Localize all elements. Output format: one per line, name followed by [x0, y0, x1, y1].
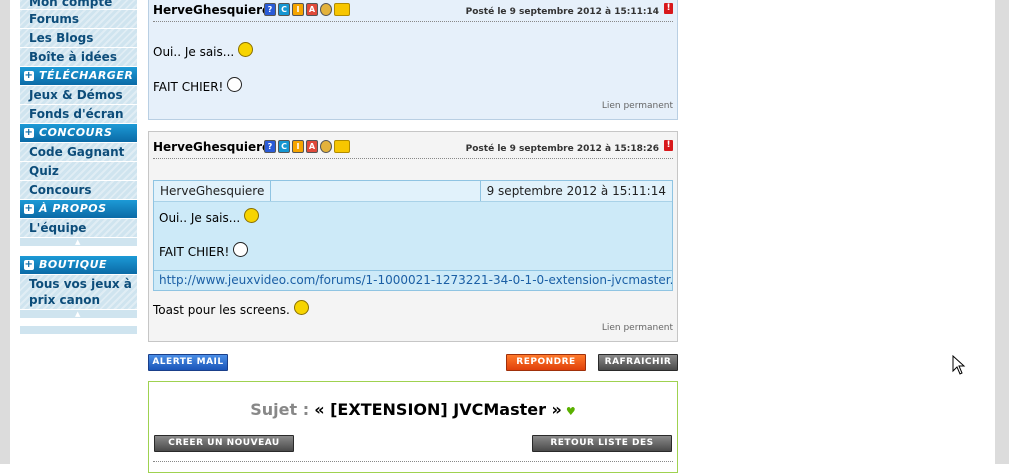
quote-link[interactable]: http://www.jeuxvideo.com/forums/1-100002… [154, 270, 672, 290]
sidebar-section-footer: ▲ [20, 310, 137, 318]
collapse-arrow-icon[interactable]: ▲ [75, 239, 80, 246]
cdv-icon[interactable]: C [278, 3, 290, 16]
mail-icon[interactable] [334, 3, 350, 16]
left-gutter [0, 0, 10, 464]
new-topic-button[interactable]: Creer un nouveau sujet [154, 435, 294, 463]
post-date: Posté le 9 septembre 2012 à 15:18:26 [465, 144, 659, 154]
sidebar: Mon compte Forums Les Blogs Boîte à idée… [20, 0, 137, 335]
sidebar-header-telecharger[interactable]: + Télécharger [20, 67, 137, 85]
mouse-cursor-icon [952, 355, 966, 375]
expand-icon: + [24, 70, 34, 81]
quote-text: FAIT CHIER! [159, 245, 230, 259]
smiley-icon [293, 300, 309, 315]
medal-icon[interactable] [320, 140, 332, 153]
post-author[interactable]: HerveGhesquiere [153, 140, 270, 154]
post-text: Toast pour les screens. [153, 303, 290, 317]
sidebar-header-label: Télécharger [39, 69, 134, 82]
subject-name: « [EXTENSION] JVCMaster » [314, 400, 562, 419]
expand-icon: + [24, 127, 34, 138]
post-line: Oui.. Je sais... [153, 42, 254, 59]
sidebar-item-boutique-jeux[interactable]: Tous vos jeux à prix canon [20, 275, 137, 309]
sidebar-item-jeux-demos[interactable]: Jeux & Démos [20, 86, 137, 104]
sidebar-item-code-gagnant[interactable]: Code Gagnant [20, 143, 137, 161]
expand-icon: + [24, 259, 34, 270]
sidebar-item-fonds-ecran[interactable]: Fonds d'écran [20, 105, 137, 123]
subject-label: Sujet : [250, 400, 310, 419]
sidebar-item-forums[interactable]: Forums [20, 10, 137, 28]
info-icon[interactable]: I [292, 140, 304, 153]
help-icon[interactable]: ? [264, 3, 276, 16]
sidebar-header-label: Boutique [39, 258, 108, 271]
sidebar-header-label: À propos [39, 202, 107, 215]
post-text: Oui.. Je sais... [153, 45, 235, 59]
sidebar-section-footer: ▲ [20, 238, 137, 246]
subject-box: Sujet : « [EXTENSION] JVCMaster » ♥ Creer… [148, 381, 678, 473]
report-icon[interactable]: ! [664, 140, 673, 151]
sidebar-header-boutique[interactable]: + Boutique [20, 256, 137, 274]
forum-post: HerveGhesquiere ? C I A Posté le 9 septembr… [148, 131, 678, 342]
separator [153, 461, 673, 462]
sidebar-item-concours[interactable]: Concours [20, 181, 137, 199]
quote-header: HerveGhesquiere 9 septembre 2012 à 15:11… [154, 181, 672, 202]
sidebar-item-mon-compte[interactable]: Mon compte [20, 0, 137, 9]
refresh-button[interactable]: Rafraichir [598, 354, 678, 371]
admin-icon[interactable]: A [306, 3, 318, 16]
sidebar-item-blogs[interactable]: Les Blogs [20, 29, 137, 47]
smiley-icon [244, 208, 260, 223]
medal-icon[interactable] [320, 3, 332, 16]
quote-text: Oui.. Je sais... [159, 211, 241, 225]
user-badges: ? C I A [264, 140, 352, 153]
smiley-icon [238, 42, 254, 57]
reply-button[interactable]: Repondre [506, 354, 586, 371]
sidebar-header-concours[interactable]: + Concours [20, 124, 137, 142]
admin-icon[interactable]: A [306, 140, 318, 153]
sidebar-item-boite-idees[interactable]: Boîte à idées [20, 48, 137, 66]
sidebar-item-quiz[interactable]: Quiz [20, 162, 137, 180]
permalink[interactable]: Lien permanent [602, 323, 673, 333]
permalink[interactable]: Lien permanent [602, 101, 673, 111]
post-date: Posté le 9 septembre 2012 à 15:11:14 [465, 7, 659, 17]
post-text: FAIT CHIER! [153, 80, 224, 94]
user-badges: ? C I A [264, 3, 352, 16]
quote-line: FAIT CHIER! [159, 242, 249, 259]
post-line: FAIT CHIER! [153, 77, 243, 94]
favorite-heart-icon[interactable]: ♥ [566, 405, 576, 418]
sidebar-bottom-bar [20, 326, 137, 334]
collapse-arrow-icon[interactable]: ▲ [75, 311, 80, 318]
back-to-list-button[interactable]: Retour liste des sujets [532, 435, 672, 463]
quote-author: HerveGhesquiere [154, 181, 272, 201]
quote-block: HerveGhesquiere 9 septembre 2012 à 15:11… [153, 180, 673, 291]
post-author[interactable]: HerveGhesquiere [153, 3, 270, 17]
report-icon[interactable]: ! [664, 3, 673, 14]
sidebar-header-apropos[interactable]: + À propos [20, 200, 137, 218]
angry-smiley-icon [227, 77, 243, 92]
help-icon[interactable]: ? [264, 140, 276, 153]
sidebar-item-equipe[interactable]: L'équipe [20, 219, 137, 237]
cdv-icon[interactable]: C [278, 140, 290, 153]
sidebar-header-label: Concours [39, 126, 113, 139]
post-line: Toast pour les screens. [153, 300, 309, 317]
right-gutter [995, 0, 1009, 464]
post-header: HerveGhesquiere ? C I A Posté le 9 septembr… [153, 132, 673, 159]
post-header: HerveGhesquiere ? C I A Posté le 9 septembr… [153, 0, 673, 22]
subject-title: Sujet : « [EXTENSION] JVCMaster » ♥ [149, 400, 677, 419]
quote-line: Oui.. Je sais... [159, 208, 260, 225]
expand-icon: + [24, 203, 34, 214]
angry-smiley-icon [233, 242, 249, 257]
quote-date: 9 septembre 2012 à 15:11:14 [479, 181, 672, 201]
alert-mail-button[interactable]: Alerte mail [148, 354, 228, 371]
info-icon[interactable]: I [292, 3, 304, 16]
mail-icon[interactable] [334, 140, 350, 153]
forum-post: HerveGhesquiere ? C I A Posté le 9 septembr… [148, 0, 678, 120]
